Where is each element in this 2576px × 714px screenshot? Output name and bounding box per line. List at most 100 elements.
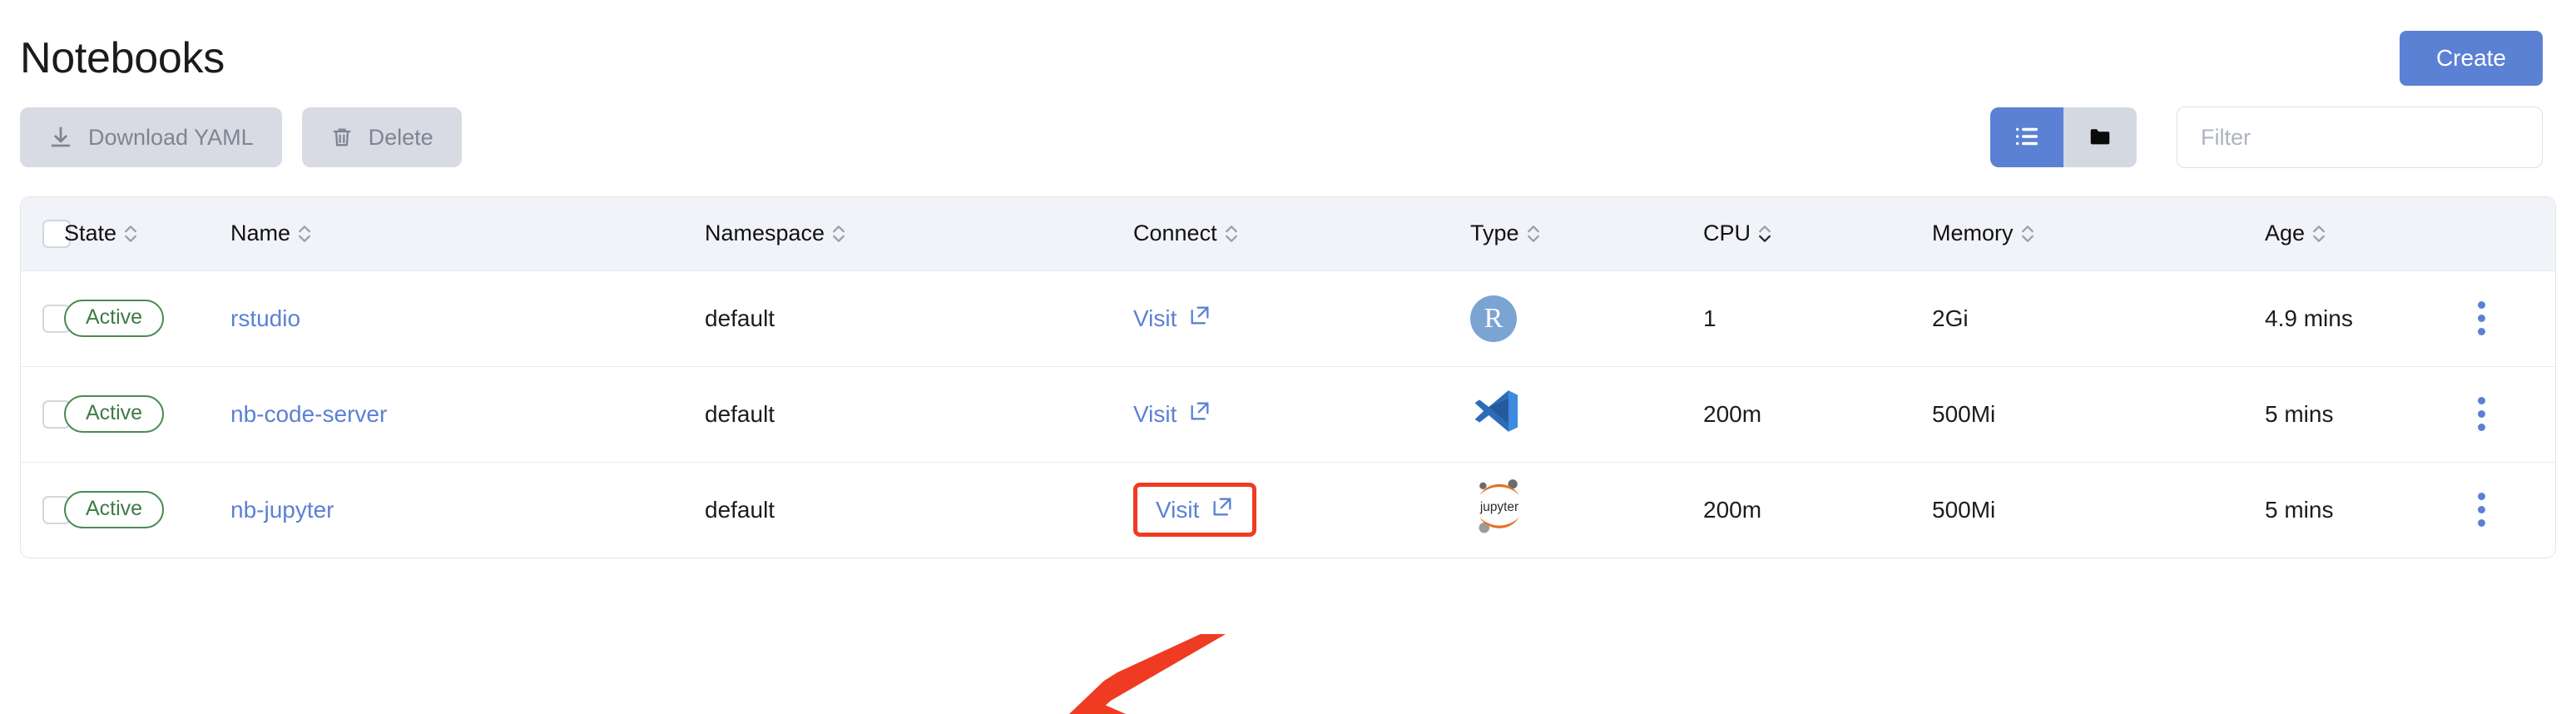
row-type-cell: R (1470, 270, 1703, 366)
column-header-state-label: State (64, 221, 117, 246)
column-header-memory-label: Memory (1932, 221, 2014, 246)
external-link-icon (1188, 304, 1211, 333)
row-menu-button[interactable] (2465, 397, 2498, 431)
row-name-cell: rstudio (230, 270, 705, 366)
notebook-name-link[interactable]: nb-code-server (230, 401, 387, 427)
visit-label: Visit (1133, 305, 1177, 331)
notebook-name-link[interactable]: rstudio (230, 305, 300, 331)
toolbar: Download YAML Delete (0, 92, 2576, 183)
select-all-cell (21, 197, 71, 270)
toolbar-right-group (1990, 107, 2543, 168)
external-link-icon (1188, 399, 1211, 429)
sort-chevrons-icon (1224, 223, 1239, 245)
column-header-namespace[interactable]: Namespace (705, 197, 1133, 270)
visit-link-highlighted[interactable]: Visit (1133, 483, 1257, 538)
row-connect-cell: Visit (1133, 366, 1470, 462)
row-state-cell: Active (64, 366, 230, 462)
column-header-type-label: Type (1470, 221, 1519, 246)
table-row[interactable]: Active rstudio default Visit R 1 2Gi 4.9… (21, 270, 2555, 366)
sort-chevrons-icon (297, 223, 312, 245)
table-body: Active rstudio default Visit R 1 2Gi 4.9… (21, 270, 2555, 558)
column-header-actions (2465, 197, 2555, 270)
column-header-age-label: Age (2265, 221, 2306, 246)
sort-chevrons-icon (123, 223, 138, 245)
column-header-memory[interactable]: Memory (1932, 197, 2265, 270)
status-badge: Active (64, 395, 165, 433)
visit-label: Visit (1156, 496, 1200, 523)
notebook-name-link[interactable]: nb-jupyter (230, 497, 334, 523)
list-view-button[interactable] (1990, 107, 2063, 167)
svg-text:jupyter: jupyter (1479, 500, 1518, 514)
row-select-cell (21, 462, 71, 558)
row-age-cell: 5 mins (2265, 400, 2334, 427)
download-icon (48, 125, 73, 150)
column-header-cpu-label: CPU (1703, 221, 1751, 246)
sort-chevrons-icon (2311, 223, 2326, 245)
column-header-age[interactable]: Age (2265, 197, 2465, 270)
row-menu-button[interactable] (2465, 301, 2498, 335)
folder-view-icon (2088, 124, 2113, 151)
row-actions-cell (2465, 462, 2555, 558)
column-header-name[interactable]: Name (230, 197, 705, 270)
folder-view-button[interactable] (2063, 107, 2137, 167)
row-cpu-cell: 1 (1703, 305, 1717, 331)
sort-chevrons-icon (831, 223, 846, 245)
row-age-cell: 5 mins (2265, 496, 2334, 523)
row-namespace-cell: default (705, 400, 775, 427)
notebooks-table: State Name Namespace Connect Type CPU Me… (20, 196, 2556, 558)
column-header-type[interactable]: Type (1470, 197, 1703, 270)
row-name-cell: nb-code-server (230, 366, 705, 462)
row-connect-cell: Visit (1133, 270, 1470, 366)
table-row[interactable]: Active nb-code-server default Visit 200m… (21, 366, 2555, 462)
delete-label: Delete (368, 124, 433, 150)
visit-label: Visit (1133, 400, 1177, 427)
vscode-logo-icon (1470, 390, 1522, 442)
sort-chevrons-icon (2020, 223, 2035, 245)
column-header-cpu[interactable]: CPU (1703, 197, 1932, 270)
column-header-namespace-label: Namespace (705, 221, 825, 246)
column-header-connect[interactable]: Connect (1133, 197, 1470, 270)
status-badge: Active (64, 491, 165, 529)
create-button[interactable]: Create (2399, 31, 2543, 86)
row-actions-cell (2465, 366, 2555, 462)
row-type-cell (1470, 366, 1703, 462)
row-state-cell: Active (64, 462, 230, 558)
row-memory-cell: 500Mi (1932, 400, 1996, 427)
table-header-row: State Name Namespace Connect Type CPU Me… (21, 197, 2555, 270)
row-actions-cell (2465, 270, 2555, 366)
row-select-cell (21, 366, 71, 462)
row-namespace-cell: default (705, 305, 775, 331)
filter-input[interactable] (2177, 107, 2543, 168)
status-badge: Active (64, 300, 165, 337)
download-yaml-label: Download YAML (88, 124, 254, 150)
row-age-cell: 4.9 mins (2265, 305, 2353, 331)
row-namespace-cell: default (705, 496, 775, 523)
sort-chevrons-icon (1526, 223, 1541, 245)
external-link-icon (1211, 495, 1234, 524)
notebooks-page: Notebooks Create Download YAML Delete Fi… (0, 0, 2576, 714)
row-connect-cell: Visit (1133, 462, 1470, 558)
row-menu-button[interactable] (2465, 493, 2498, 528)
page-title: Notebooks (20, 34, 225, 82)
row-memory-cell: 500Mi (1932, 496, 1996, 523)
view-mode-toggle (1990, 107, 2137, 167)
row-cpu-cell: 200m (1703, 496, 1762, 523)
delete-button[interactable]: Delete (301, 107, 462, 167)
table-row[interactable]: Active nb-jupyter default Visit jupyter … (21, 462, 2555, 558)
page-header: Notebooks Create (0, 0, 2576, 92)
column-header-state[interactable]: State (64, 197, 230, 270)
sort-chevrons-icon (1757, 223, 1772, 245)
rstudio-logo-icon: R (1470, 295, 1517, 342)
toolbar-left-group: Download YAML Delete (20, 107, 462, 167)
visit-link[interactable]: Visit (1133, 304, 1211, 333)
column-header-name-label: Name (230, 221, 291, 246)
jupyter-logo-icon: jupyter (1470, 479, 1528, 541)
row-select-cell (21, 270, 71, 366)
row-cpu-cell: 200m (1703, 400, 1762, 427)
row-memory-cell: 2Gi (1932, 305, 1969, 331)
download-yaml-button[interactable]: Download YAML (20, 107, 282, 167)
trash-icon (330, 126, 354, 149)
row-name-cell: nb-jupyter (230, 462, 705, 558)
annotation-arrow (1044, 622, 1236, 714)
visit-link[interactable]: Visit (1133, 399, 1211, 429)
